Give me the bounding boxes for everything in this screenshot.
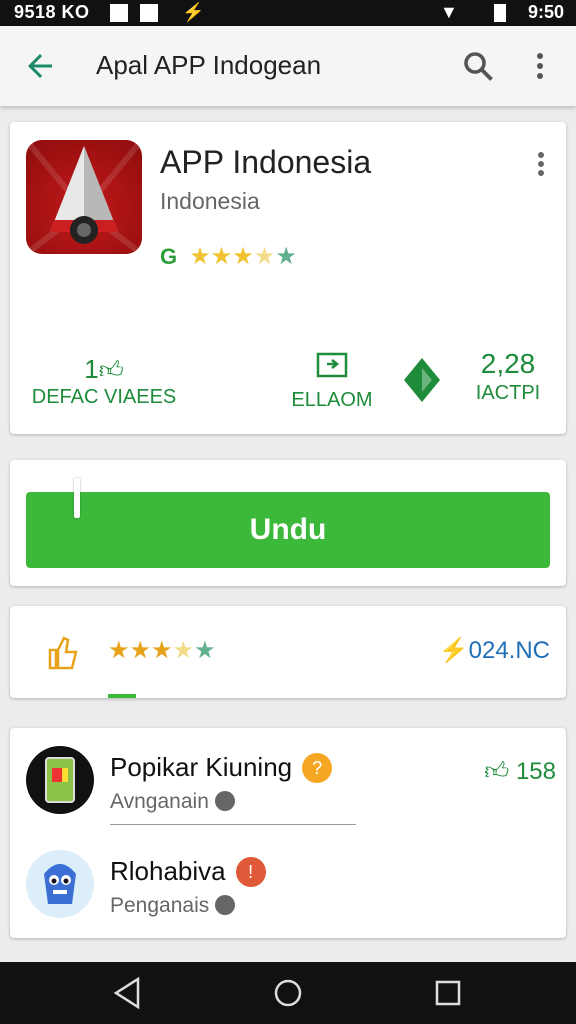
- download-box-icon: [316, 352, 348, 378]
- star-icon: ★: [232, 243, 254, 270]
- rating-stars: ★★★★★: [189, 243, 297, 270]
- thumbs-up-icon: 👍︎: [484, 758, 510, 785]
- stat-label: IACTPI: [475, 382, 541, 404]
- star-icon: ★: [253, 243, 276, 270]
- rating-summary-card: ★★★★★ ⚡024.NC: [10, 606, 566, 698]
- related-app-name: Rlohabiva!: [110, 856, 266, 887]
- install-button-label: Undu: [249, 513, 327, 546]
- app-avatar: [26, 850, 94, 918]
- globe-icon: [214, 791, 235, 811]
- developer-name[interactable]: Indonesia: [160, 188, 260, 215]
- stat-rating-count: 2,28 IACTPI: [458, 348, 558, 405]
- tab-indicator: [108, 694, 136, 698]
- rating-letter: G: [160, 244, 178, 269]
- status-bar: 9518 KO ⚡ ▼ 9:50: [0, 0, 576, 26]
- star-icon: ★: [151, 637, 173, 664]
- related-app-developer: Penganais: [110, 894, 236, 918]
- search-icon[interactable]: [460, 48, 496, 84]
- thumbs-up-icon: [48, 636, 78, 670]
- stat-label: DEFAC VIAEES: [31, 386, 177, 408]
- globe-icon: [215, 895, 236, 915]
- related-app-likes: 👍︎ 158: [484, 758, 556, 785]
- app-bar: Apal APP Indogean: [0, 26, 576, 106]
- app-rating: G ★★★★★: [160, 242, 297, 271]
- cursor-marker: [74, 478, 80, 518]
- rating-stars: ★★★★★: [108, 634, 216, 665]
- star-icon: ★: [129, 637, 152, 664]
- related-app-item[interactable]: Rlohabiva! Penganais: [26, 850, 556, 940]
- rating-summary-value: ⚡024.NC: [438, 637, 550, 664]
- stat-label: ELLAOM: [291, 389, 373, 411]
- app-name: APP Indonesia: [160, 144, 372, 180]
- overflow-menu-icon[interactable]: [530, 50, 550, 82]
- install-card: Undu: [10, 460, 566, 586]
- notification-icon: [140, 4, 158, 22]
- related-app-name: Popikar Kiuning?: [110, 752, 333, 783]
- app-logo-icon: [26, 140, 142, 254]
- stat-downloads: 1👍︎ DEFAC VIAEES: [24, 354, 184, 409]
- related-apps-card: Popikar Kiuning? Avnganain 👍︎ 158 Rlohab…: [10, 728, 566, 938]
- navigation-bar: [0, 962, 576, 1024]
- install-button[interactable]: Undu: [26, 478, 550, 568]
- status-left-text: 9518 KO: [14, 2, 90, 22]
- signal-icon: ⚡: [182, 2, 205, 22]
- battery-icon: [494, 4, 506, 22]
- info-badge-icon: ?: [302, 753, 333, 783]
- thumbs-up-icon: 1👍︎: [84, 354, 124, 384]
- back-arrow-icon[interactable]: [22, 48, 58, 84]
- wifi-icon: ▼: [440, 2, 458, 22]
- app-info-card: APP Indonesia Indonesia G ★★★★★ 1👍︎ DEFA…: [10, 122, 566, 434]
- lightning-icon: ⚡: [438, 637, 469, 664]
- card-overflow-icon[interactable]: [534, 150, 548, 178]
- stat-value: 2,28: [480, 348, 536, 379]
- page-title: Apal APP Indogean: [96, 50, 322, 80]
- related-app-item[interactable]: Popikar Kiuning? Avnganain 👍︎ 158: [26, 746, 556, 836]
- clock: 9:50: [527, 2, 564, 22]
- recents-square-icon[interactable]: [432, 976, 464, 1010]
- app-avatar: [26, 746, 94, 814]
- notification-icon: [110, 4, 128, 22]
- star-icon: ★: [172, 637, 195, 664]
- star-icon: ★: [194, 637, 216, 664]
- stat-size: ELLAOM: [282, 352, 382, 412]
- divider: [110, 824, 356, 825]
- star-icon: ★: [108, 637, 130, 664]
- home-circle-icon[interactable]: [272, 976, 304, 1010]
- star-icon: ★: [210, 243, 233, 270]
- alert-badge-icon: !: [235, 857, 266, 887]
- star-icon: ★: [189, 243, 211, 270]
- related-app-developer: Avnganain: [110, 790, 235, 814]
- back-triangle-icon[interactable]: [112, 976, 144, 1010]
- star-icon: ★: [275, 243, 297, 270]
- rating-badge-icon: [404, 358, 440, 402]
